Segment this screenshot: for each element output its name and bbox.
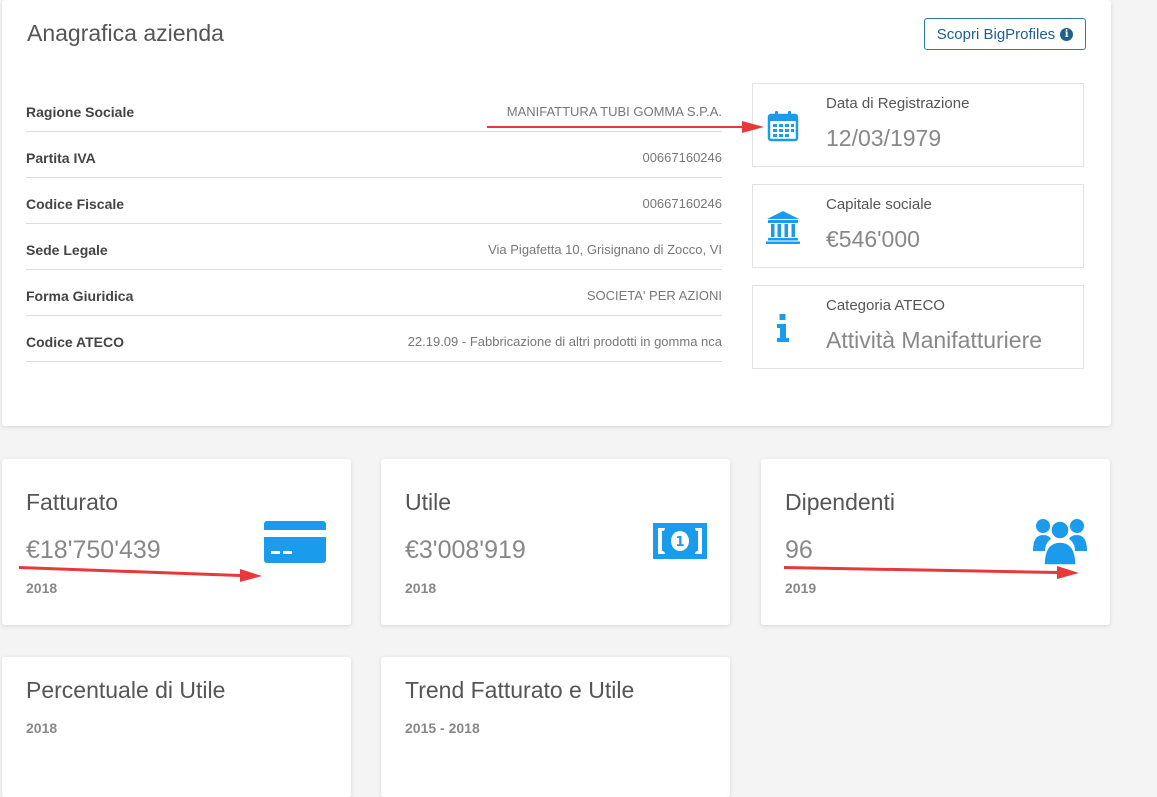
stat-label: Categoria ATECO xyxy=(826,297,945,314)
detail-value: SOCIETA' PER AZIONI xyxy=(586,288,722,303)
stat-box-registration-date: Data di Registrazione 12/03/1979 xyxy=(752,83,1084,167)
stat-value: Attività Manifatturiere xyxy=(826,327,1043,353)
metric-card-employees: Dipendenti 96 2019 xyxy=(761,459,1110,625)
card-revenue-profit-trend: Trend Fatturato e Utile 2015 - 2018 xyxy=(381,657,730,797)
metric-value: €18'750'439 xyxy=(26,536,161,564)
metric-title: Fatturato xyxy=(26,489,119,515)
detail-label: Sede Legale xyxy=(26,241,108,258)
detail-label: Codice ATECO xyxy=(26,333,125,350)
metric-card-profit: Utile €3'008'919 2018 1 xyxy=(381,459,730,625)
detail-label: Partita IVA xyxy=(26,149,96,166)
metric-value: €3'008'919 xyxy=(405,536,526,564)
info-circle-icon: i xyxy=(1060,27,1074,41)
credit-card-icon xyxy=(264,521,326,563)
detail-label: Forma Giuridica xyxy=(26,287,134,304)
calendar-icon xyxy=(767,111,799,142)
stat-box-ateco-category: Categoria ATECO Attività Manifatturiere xyxy=(752,285,1084,369)
metric-year: 2018 xyxy=(405,580,437,596)
company-card-title: Anagrafica azienda xyxy=(27,20,224,46)
detail-value: Via Pigafetta 10, Grisignano di Zocco, V… xyxy=(488,242,722,257)
metric-year: 2019 xyxy=(785,580,817,596)
bank-icon xyxy=(766,211,800,244)
card-title: Percentuale di Utile xyxy=(26,677,226,703)
detail-row-ragione-sociale: Ragione Sociale MANIFATTURA TUBI GOMMA S… xyxy=(26,86,722,132)
stat-value: 12/03/1979 xyxy=(826,125,942,151)
detail-row-codice-ateco: Codice ATECO 22.19.09 - Fabbricazione di… xyxy=(26,316,722,362)
detail-value: 22.19.09 - Fabbricazione di altri prodot… xyxy=(407,334,722,349)
info-icon xyxy=(777,314,789,342)
card-profit-percentage: Percentuale di Utile 2018 xyxy=(2,657,351,797)
discover-bigprofiles-label: Scopri BigProfiles xyxy=(936,25,1056,43)
detail-value: MANIFATTURA TUBI GOMMA S.P.A. xyxy=(506,104,722,119)
detail-value: 00667160246 xyxy=(642,196,722,211)
detail-label: Codice Fiscale xyxy=(26,195,125,212)
stat-box-share-capital: Capitale sociale €546'000 xyxy=(752,184,1084,268)
detail-value: 00667160246 xyxy=(642,150,722,165)
svg-text:1: 1 xyxy=(675,535,684,550)
metric-value: 96 xyxy=(785,536,813,564)
detail-row-codice-fiscale: Codice Fiscale 00667160246 xyxy=(26,178,722,224)
users-icon xyxy=(1033,519,1087,566)
metric-year: 2018 xyxy=(26,580,58,596)
banknote-icon: 1 xyxy=(653,523,707,559)
metric-title: Dipendenti xyxy=(785,489,895,515)
metric-card-revenue: Fatturato €18'750'439 2018 xyxy=(2,459,351,625)
card-subtitle: 2015 - 2018 xyxy=(405,720,480,736)
detail-label: Ragione Sociale xyxy=(26,103,135,120)
company-card: Anagrafica azienda Scopri BigProfiles i … xyxy=(2,0,1111,426)
metric-title: Utile xyxy=(405,489,452,515)
card-subtitle: 2018 xyxy=(26,720,58,736)
card-title: Trend Fatturato e Utile xyxy=(405,677,635,703)
detail-row-sede-legale: Sede Legale Via Pigafetta 10, Grisignano… xyxy=(26,224,722,270)
discover-bigprofiles-button[interactable]: Scopri BigProfiles i xyxy=(924,18,1086,50)
stat-label: Capitale sociale xyxy=(826,196,932,213)
detail-row-partita-iva: Partita IVA 00667160246 xyxy=(26,132,722,178)
stat-value: €546'000 xyxy=(826,226,920,252)
stat-label: Data di Registrazione xyxy=(826,95,970,112)
company-details-table: Ragione Sociale MANIFATTURA TUBI GOMMA S… xyxy=(26,86,722,362)
detail-row-forma-giuridica: Forma Giuridica SOCIETA' PER AZIONI xyxy=(26,270,722,316)
